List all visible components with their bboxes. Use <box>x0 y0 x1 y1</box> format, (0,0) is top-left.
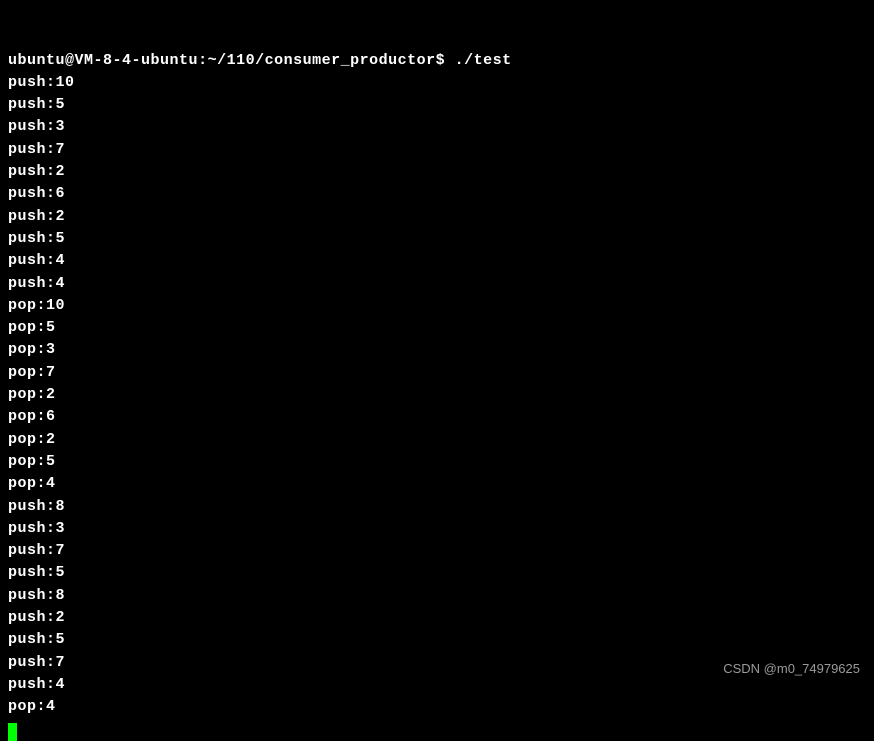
output-line: push:8 <box>8 585 866 607</box>
output-line: push:7 <box>8 139 866 161</box>
prompt-host: VM-8-4-ubuntu <box>75 52 199 69</box>
prompt-path: ~/110/consumer_productor <box>208 52 436 69</box>
output-line: pop:4 <box>8 473 866 495</box>
terminal-cursor <box>8 723 17 741</box>
prompt-line: ubuntu@VM-8-4-ubuntu:~/110/consumer_prod… <box>8 50 866 72</box>
output-line: push:3 <box>8 518 866 540</box>
output-line: pop:5 <box>8 451 866 473</box>
output-line: push:5 <box>8 562 866 584</box>
terminal-output[interactable]: ubuntu@VM-8-4-ubuntu:~/110/consumer_prod… <box>8 5 866 741</box>
output-line: pop:7 <box>8 362 866 384</box>
prompt-user: ubuntu <box>8 52 65 69</box>
command-text: ./test <box>455 52 512 69</box>
output-line: pop:10 <box>8 295 866 317</box>
output-line: pop:6 <box>8 406 866 428</box>
output-line: pop:3 <box>8 339 866 361</box>
output-line: pop:2 <box>8 384 866 406</box>
output-line: push:5 <box>8 228 866 250</box>
output-line: push:8 <box>8 496 866 518</box>
output-line: pop:2 <box>8 429 866 451</box>
output-line: push:4 <box>8 674 866 696</box>
watermark-text: CSDN @m0_74979625 <box>723 661 860 676</box>
prompt-symbol: $ <box>436 52 446 69</box>
output-line: push:3 <box>8 116 866 138</box>
output-container: push:10push:5push:3push:7push:2push:6pus… <box>8 72 866 719</box>
output-line: push:7 <box>8 540 866 562</box>
output-line: push:6 <box>8 183 866 205</box>
output-line: push:4 <box>8 250 866 272</box>
output-line: push:2 <box>8 206 866 228</box>
output-line: push:10 <box>8 72 866 94</box>
output-line: pop:4 <box>8 696 866 718</box>
output-line: push:2 <box>8 161 866 183</box>
output-line: push:5 <box>8 94 866 116</box>
output-line: push:2 <box>8 607 866 629</box>
output-line: push:4 <box>8 273 866 295</box>
output-line: pop:5 <box>8 317 866 339</box>
output-line: push:5 <box>8 629 866 651</box>
